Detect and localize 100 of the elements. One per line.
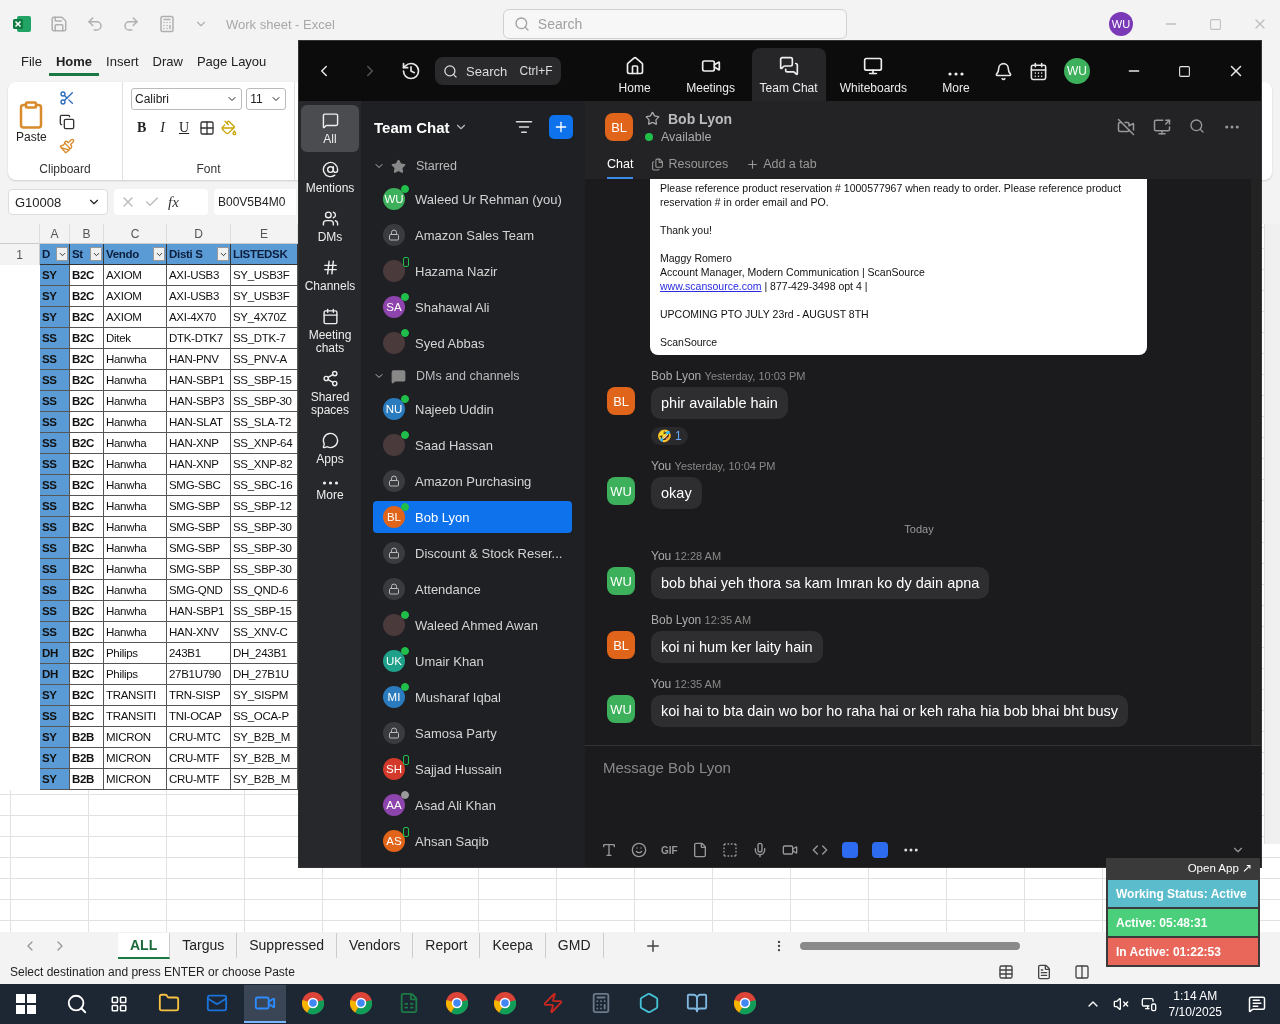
- code-icon[interactable]: [811, 842, 828, 858]
- format-button[interactable]: I: [154, 118, 171, 138]
- task-view-icon[interactable]: [110, 995, 128, 1013]
- gif-button[interactable]: GIF: [661, 844, 678, 856]
- file-icon[interactable]: [691, 842, 708, 858]
- emoji-icon[interactable]: [631, 842, 647, 858]
- filter-button[interactable]: [217, 247, 229, 261]
- rail-item[interactable]: Shared spaces: [301, 363, 359, 423]
- name-box[interactable]: G10008: [8, 189, 108, 215]
- chat-list-item[interactable]: WU Waleed Ur Rehman (you): [373, 183, 572, 215]
- text-format-icon[interactable]: [601, 842, 617, 858]
- chat-list-item[interactable]: Samosa Party: [373, 717, 572, 749]
- sheet-tab[interactable]: Report: [413, 933, 481, 959]
- sheet-tab[interactable]: ALL: [118, 933, 171, 959]
- horizontal-scrollbar[interactable]: [799, 942, 1020, 950]
- chat-list-item[interactable]: AS Ahsan Saqib: [373, 825, 572, 857]
- rail-item[interactable]: DMs: [301, 203, 359, 250]
- message-input[interactable]: Message Bob Lyon: [601, 758, 1245, 777]
- filter-icon[interactable]: [515, 118, 533, 136]
- filter-button[interactable]: [56, 247, 68, 261]
- calendar-icon[interactable]: [1029, 61, 1048, 81]
- chat-list-item[interactable]: BL Bob Lyon: [373, 501, 572, 533]
- formula-field[interactable]: B00V5B4M0: [214, 189, 296, 215]
- sheet-tab[interactable]: Vendors: [336, 933, 414, 959]
- taskbar-app[interactable]: [244, 985, 286, 1023]
- chat-tab[interactable]: Add a tab: [746, 157, 817, 179]
- video-off-icon[interactable]: [1117, 118, 1135, 136]
- rail-item[interactable]: More: [301, 474, 359, 508]
- vertical-scrollbar[interactable]: [1264, 224, 1280, 844]
- ribbon-tab[interactable]: Insert: [99, 50, 146, 76]
- screenshot-icon[interactable]: [721, 842, 738, 858]
- chat-list-item[interactable]: Saad Hassan: [373, 429, 572, 461]
- font-name-dropdown[interactable]: Calibri: [131, 88, 243, 110]
- sheet-tab[interactable]: Suppressed: [237, 933, 337, 959]
- chat-list-item[interactable]: Waleed Ahmed Awan: [373, 609, 572, 641]
- format-button[interactable]: U: [173, 118, 196, 138]
- column-header[interactable]: D: [167, 224, 231, 244]
- ribbon-tab[interactable]: Draw: [145, 50, 190, 76]
- ribbon-tab[interactable]: File: [14, 50, 49, 76]
- network-icon[interactable]: [1140, 996, 1157, 1012]
- ribbon-tab[interactable]: Home: [48, 50, 100, 76]
- chat-list-item[interactable]: Attendance: [373, 573, 572, 605]
- row-number[interactable]: 1: [0, 244, 40, 265]
- column-header[interactable]: B: [70, 224, 104, 244]
- chat-list-item[interactable]: Amazon Sales Team: [373, 219, 572, 251]
- chat-list-item[interactable]: SH Sajjad Hussain: [373, 753, 572, 785]
- chat-list-item[interactable]: Amazon Purchasing: [373, 465, 572, 497]
- normal-view-icon[interactable]: [998, 964, 1014, 980]
- column-header[interactable]: C: [104, 224, 167, 244]
- chat-list-item[interactable]: Discount & Stock Reser...: [373, 537, 572, 569]
- chat-list-item[interactable]: NU Najeeb Uddin: [373, 393, 572, 425]
- video-icon[interactable]: [781, 842, 798, 858]
- nav-tab[interactable]: Whiteboards: [831, 48, 915, 101]
- rail-item[interactable]: Mentions: [301, 154, 359, 201]
- open-app-link[interactable]: Open App ↗: [1181, 860, 1258, 878]
- format-button[interactable]: B: [131, 118, 153, 138]
- column-header[interactable]: A: [40, 224, 70, 244]
- filter-button[interactable]: [90, 247, 102, 261]
- page-layout-view-icon[interactable]: [1036, 964, 1052, 980]
- chat-list-item[interactable]: MI Musharaf Iqbal: [373, 681, 572, 713]
- section-header[interactable]: Starred: [373, 151, 573, 181]
- chat-list-item[interactable]: SA Shahawal Ali: [373, 291, 572, 323]
- page-break-view-icon[interactable]: [1074, 964, 1090, 980]
- ribbon-tab[interactable]: Page Layou: [189, 50, 274, 76]
- chat-tab[interactable]: Chat: [607, 157, 634, 179]
- new-chat-button[interactable]: [549, 115, 573, 139]
- list-title[interactable]: Team Chat: [374, 118, 450, 136]
- sheet-tab[interactable]: Targus: [170, 933, 238, 959]
- column-header[interactable]: E: [231, 224, 298, 244]
- search-field[interactable]: Search Ctrl+F: [435, 57, 561, 85]
- chat-list-item[interactable]: UK Umair Khan: [373, 645, 572, 677]
- app-icon[interactable]: [841, 842, 858, 858]
- rail-item[interactable]: Apps: [301, 425, 359, 472]
- clock[interactable]: 1:14 AM 7/10/2025: [1168, 988, 1222, 1020]
- sheet-tab[interactable]: Keepa: [480, 933, 546, 959]
- nav-tab[interactable]: More: [921, 64, 991, 101]
- notifications-icon[interactable]: [994, 61, 1013, 81]
- rail-item[interactable]: Meeting chats: [301, 301, 359, 361]
- start-icon[interactable]: [16, 994, 36, 1014]
- nav-tab[interactable]: Team Chat: [751, 48, 826, 101]
- nav-tab[interactable]: Meetings: [675, 48, 746, 101]
- chat-list-item[interactable]: AA Asad Ali Khan: [373, 789, 572, 821]
- reaction-chip[interactable]: 🤣 1: [651, 427, 688, 445]
- user-avatar[interactable]: WU: [1109, 12, 1133, 36]
- nav-tab[interactable]: Home: [599, 48, 670, 101]
- rail-item[interactable]: Channels: [301, 252, 359, 299]
- chat-list-item[interactable]: Syed Abbas: [373, 327, 572, 359]
- sheet-tab[interactable]: GMD: [545, 933, 604, 959]
- share-screen-icon[interactable]: [1153, 118, 1171, 136]
- chat-list-item[interactable]: Hazama Nazir: [373, 255, 572, 287]
- search-icon[interactable]: [66, 993, 88, 1015]
- font-size-dropdown[interactable]: 11: [246, 88, 286, 110]
- filter-button[interactable]: [153, 247, 165, 261]
- insert-function-button[interactable]: fx: [168, 193, 179, 211]
- notifications-icon[interactable]: [1248, 995, 1266, 1013]
- link[interactable]: www.scansource.com: [660, 280, 762, 292]
- paste-button[interactable]: Paste: [16, 100, 47, 144]
- speaker-muted-icon[interactable]: [1112, 996, 1129, 1012]
- chat-tab[interactable]: Resources: [651, 157, 729, 179]
- favorite-icon[interactable]: [645, 111, 660, 126]
